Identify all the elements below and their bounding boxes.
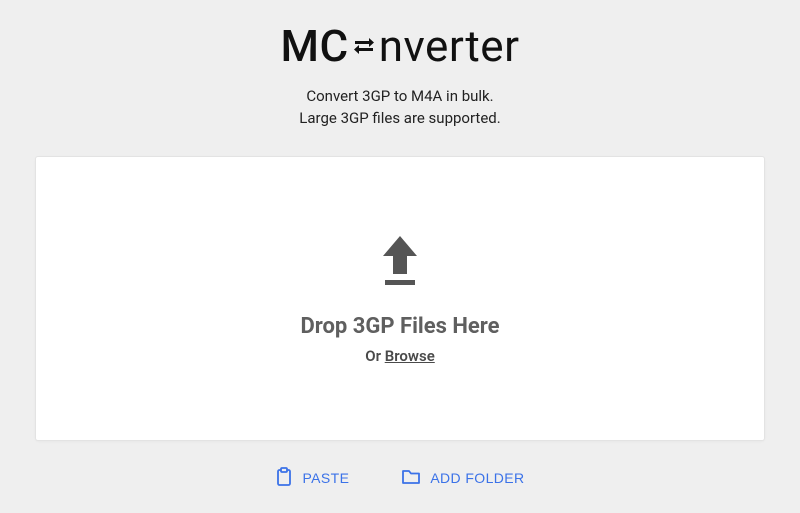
file-dropzone[interactable]: Drop 3GP Files Here Or Browse <box>35 156 765 441</box>
logo-suffix: nverter <box>379 20 520 72</box>
app-logo: MC nverter <box>281 20 520 72</box>
paste-button[interactable]: PASTE <box>269 463 355 494</box>
folder-icon <box>401 469 421 488</box>
upload-icon <box>375 232 425 292</box>
clipboard-icon <box>275 467 293 490</box>
subtitle-line-1: Convert 3GP to M4A in bulk. <box>299 86 500 108</box>
dropzone-title: Drop 3GP Files Here <box>300 314 499 339</box>
dropzone-or-browse: Or Browse <box>365 347 435 365</box>
subtitle-line-2: Large 3GP files are supported. <box>299 108 500 130</box>
page-subtitle: Convert 3GP to M4A in bulk. Large 3GP fi… <box>299 86 500 130</box>
or-prefix: Or <box>365 347 384 365</box>
add-folder-label: ADD FOLDER <box>430 470 524 486</box>
logo-prefix: MC <box>281 20 349 72</box>
swap-icon <box>352 34 376 58</box>
add-folder-button[interactable]: ADD FOLDER <box>395 465 530 492</box>
browse-link[interactable]: Browse <box>385 347 435 365</box>
actions-bar: PASTE ADD FOLDER <box>269 463 530 494</box>
paste-label: PASTE <box>302 470 349 486</box>
